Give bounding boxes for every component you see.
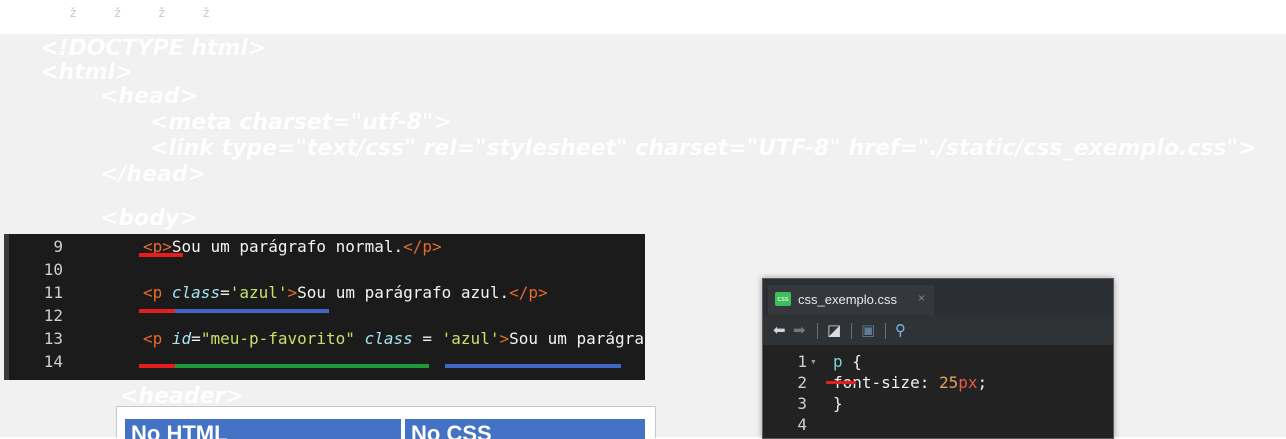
code-text: <p>Sou um parágrafo normal.</p> — [143, 237, 442, 256]
code-token: > — [287, 283, 298, 302]
code-line: 13 <p id="meu-p-favorito" class = 'azul'>… — [9, 329, 645, 348]
code-token: 'azul' — [229, 283, 288, 302]
line-number: 10 — [43, 260, 63, 279]
close-icon[interactable]: × — [918, 291, 925, 305]
code-line: 2 font-size: 25px; — [763, 372, 1113, 393]
blue-underline — [175, 309, 329, 313]
top-strip: žžžž — [0, 0, 1286, 34]
toolbar-divider — [885, 323, 886, 339]
line-number: 4 — [797, 415, 807, 434]
code-token: px — [958, 373, 978, 392]
line-number: 12 — [43, 306, 63, 325]
toolbar-divider — [817, 323, 818, 339]
code-line: 1 ▾ p { — [763, 351, 1113, 372]
forward-arrow-icon[interactable]: ➡ — [793, 321, 806, 339]
table-header-html: No HTML — [125, 419, 401, 439]
bg-code-line: <head> — [100, 84, 199, 109]
blue-underline — [445, 364, 621, 368]
code-text: } — [833, 393, 843, 414]
code-text: <p id="meu-p-favorito" class = 'azul'>So… — [143, 329, 645, 348]
css-code-editor[interactable]: css css_exemplo.css × ⬅ ➡ ◪ ▣ ⚲ 1 ▾ p {2 f… — [762, 278, 1114, 439]
bg-code-line: <link type="text/css" rel="stylesheet" c… — [150, 136, 1257, 161]
code-token: p — [833, 352, 843, 371]
code-token: = — [412, 329, 442, 348]
code-token: ; — [977, 373, 988, 392]
code-token: </p> — [509, 283, 548, 302]
code-token: id — [171, 329, 192, 348]
line-number: 3 — [797, 394, 807, 413]
code-token: > — [499, 329, 510, 348]
toolbar-divider — [851, 323, 852, 339]
code-line: 3} — [763, 393, 1113, 414]
code-token: 'azul' — [441, 329, 500, 348]
go-to-file-icon[interactable]: ◪ — [827, 321, 841, 339]
html-code-editor[interactable]: 9 <p>Sou um parágrafo normal.</p> 10 11 <p c… — [4, 234, 645, 380]
code-text: p { — [833, 351, 862, 372]
code-token: class — [364, 329, 413, 348]
code-line: 10 — [9, 260, 645, 279]
bg-code-line: <body> — [100, 206, 198, 231]
bg-code-line: </head> — [100, 162, 207, 187]
code-token: = — [220, 283, 230, 302]
code-token: { — [842, 352, 862, 371]
editor-toolbar: ⬅ ➡ ◪ ▣ ⚲ — [763, 315, 1113, 345]
bg-code-line: <meta charset="utf-8"> — [150, 110, 452, 135]
top-marks: žžžž — [70, 6, 248, 20]
green-underline — [175, 364, 429, 368]
code-token: Sou um parágrafo favorito. — [509, 329, 645, 348]
code-token: <p — [143, 329, 172, 348]
code-token: "meu-p-favorito" — [200, 329, 355, 348]
code-token: Sou um parágrafo azul. — [297, 283, 510, 302]
tab-css-exemplo[interactable]: css css_exemplo.css × — [768, 285, 934, 315]
red-underline — [139, 364, 175, 368]
code-token: Sou um parágrafo normal. — [171, 237, 404, 256]
fold-toggle-icon[interactable]: ▾ — [810, 351, 817, 372]
line-number: 13 — [43, 329, 63, 348]
bg-code-line: <!DOCTYPE html> — [40, 36, 267, 61]
line-number: 2 — [797, 373, 807, 392]
code-line: 11 <p class='azul'>Sou um parágrafo azul.… — [9, 283, 645, 302]
search-icon[interactable]: ⚲ — [895, 321, 906, 339]
code-text: font-size: 25px; — [833, 372, 987, 393]
table-header-css: No CSS — [405, 419, 645, 439]
code-line: 14 — [9, 352, 645, 371]
red-underline — [139, 309, 175, 313]
tab-label: css_exemplo.css — [798, 292, 897, 307]
code-token: } — [833, 394, 843, 413]
code-token: 25 — [938, 373, 959, 392]
code-token: </p> — [403, 237, 442, 256]
back-arrow-icon[interactable]: ⬅ — [773, 321, 786, 339]
code-line: 4 — [763, 414, 1113, 435]
editor-tab-bar: css css_exemplo.css × — [763, 279, 1113, 315]
comparison-table: No HTML No CSS — [116, 406, 656, 439]
code-token: = — [191, 329, 201, 348]
line-number: 9 — [53, 237, 63, 256]
line-number: 1 — [797, 352, 807, 371]
code-text: <p class='azul'>Sou um parágrafo azul.</… — [143, 283, 548, 302]
red-underline — [139, 253, 183, 257]
red-underline — [826, 381, 856, 384]
code-token: <p — [143, 283, 172, 302]
line-number: 14 — [43, 352, 63, 371]
save-icon[interactable]: ▣ — [861, 321, 875, 339]
line-number: 11 — [43, 283, 63, 302]
css-file-icon: css — [775, 292, 791, 306]
code-token: class — [171, 283, 221, 302]
code-line: 9 <p>Sou um parágrafo normal.</p> — [9, 237, 645, 256]
bg-code-line: <html> — [40, 60, 134, 85]
